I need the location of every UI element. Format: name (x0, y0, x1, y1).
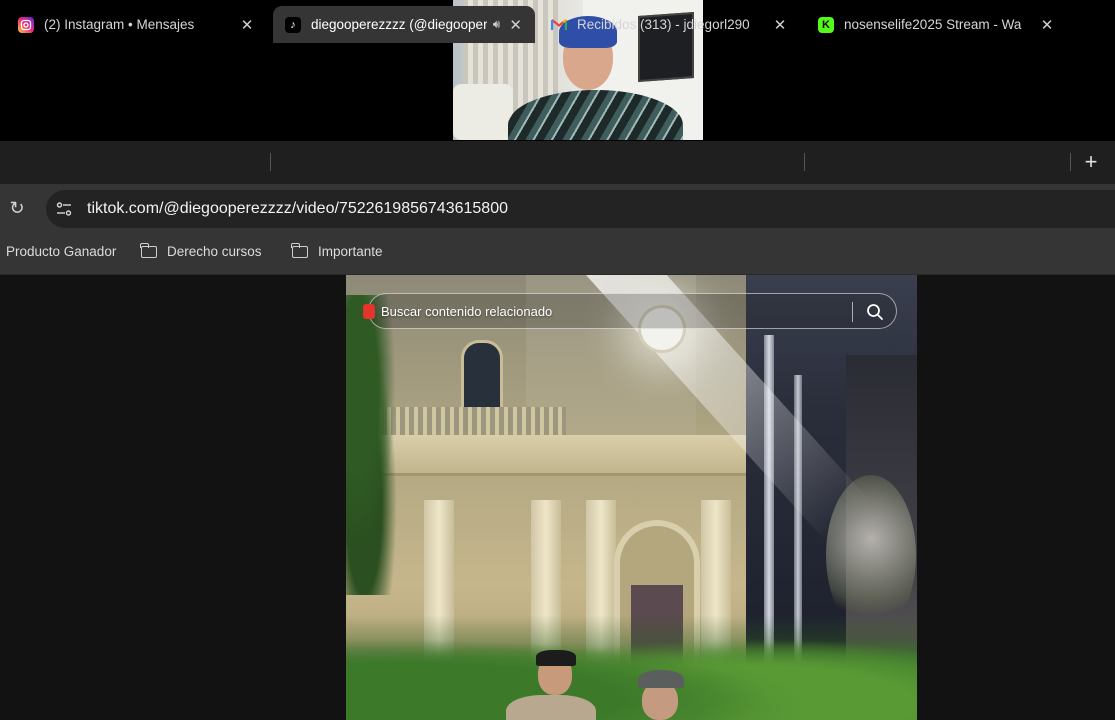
cap (638, 670, 684, 688)
search-tag-icon (363, 304, 375, 319)
search-placeholder: Buscar contenido relacionado (381, 304, 553, 319)
tab-strip (0, 141, 1115, 184)
close-icon[interactable]: ✕ (508, 16, 523, 34)
tab-title: (2) Instagram • Mensajes (44, 17, 195, 32)
related-search-bar[interactable]: Buscar contenido relacionado (363, 293, 897, 329)
tab-title: nosenselife2025 Stream - Wa (844, 17, 1022, 32)
bookmark-label: Derecho cursos (167, 244, 262, 259)
close-icon[interactable]: ✕ (238, 16, 256, 34)
tab-gmail[interactable]: Recibidos (313) - jdiegorl290 ✕ (539, 6, 801, 43)
tab-title: diegooperezzzz (@diegooperezzzz) (311, 17, 487, 32)
tab-separator (270, 153, 271, 171)
new-tab-button[interactable]: + (1080, 146, 1102, 178)
gmail-icon (551, 17, 567, 33)
tab-kick[interactable]: K nosenselife2025 Stream - Wa ✕ (806, 6, 1068, 43)
cornice (346, 435, 746, 476)
tab-separator (1070, 153, 1071, 171)
search-icon[interactable] (866, 303, 884, 321)
person-body (506, 695, 596, 720)
folder-icon (291, 242, 308, 258)
instagram-icon (18, 16, 34, 33)
search-divider (852, 302, 853, 322)
bookmark-label: Producto Ganador (6, 244, 117, 259)
bookmark-folder-importante[interactable]: Importante (291, 242, 383, 259)
tiktok-icon: ♪ (285, 16, 301, 33)
close-icon[interactable]: ✕ (771, 16, 789, 34)
address-bar[interactable]: tiktok.com/@diegooperezzzz/video/7522619… (46, 190, 1115, 228)
tab-tiktok[interactable]: ♪ diegooperezzzz (@diegooperezzzz) 🔊︎ ✕ (273, 6, 535, 43)
person (626, 670, 696, 720)
site-settings-icon[interactable] (56, 201, 72, 217)
person (506, 650, 596, 720)
bookmark-folder-derecho-cursos[interactable]: Derecho cursos (140, 242, 262, 259)
url-text: tiktok.com/@diegooperezzzz/video/7522619… (87, 200, 508, 217)
bookmark-producto-ganador[interactable]: Producto Ganador (6, 244, 116, 259)
bookmark-label: Importante (318, 244, 383, 259)
tab-separator (804, 153, 805, 171)
folder-icon (140, 242, 157, 258)
video-player[interactable]: Buscar contenido relacionado (346, 275, 917, 720)
tab-instagram[interactable]: (2) Instagram • Mensajes ✕ (6, 6, 268, 43)
tab-title: Recibidos (313) - jdiegorl290 (577, 17, 750, 32)
cap (536, 650, 576, 666)
toolbar: ↻ tiktok.com/@diegooperezzzz/video/75226… (0, 184, 1115, 234)
close-icon[interactable]: ✕ (1038, 16, 1056, 34)
reload-icon[interactable]: ↻ (6, 196, 28, 220)
page-content: Buscar contenido relacionado (0, 275, 1115, 720)
kick-icon: K (818, 16, 834, 33)
bookmarks-bar: Producto Ganador Derecho cursos Importan… (0, 234, 1115, 275)
speaker-icon[interactable]: 🔊︎ (493, 17, 501, 32)
pillow (453, 84, 513, 140)
foliage (346, 295, 406, 595)
